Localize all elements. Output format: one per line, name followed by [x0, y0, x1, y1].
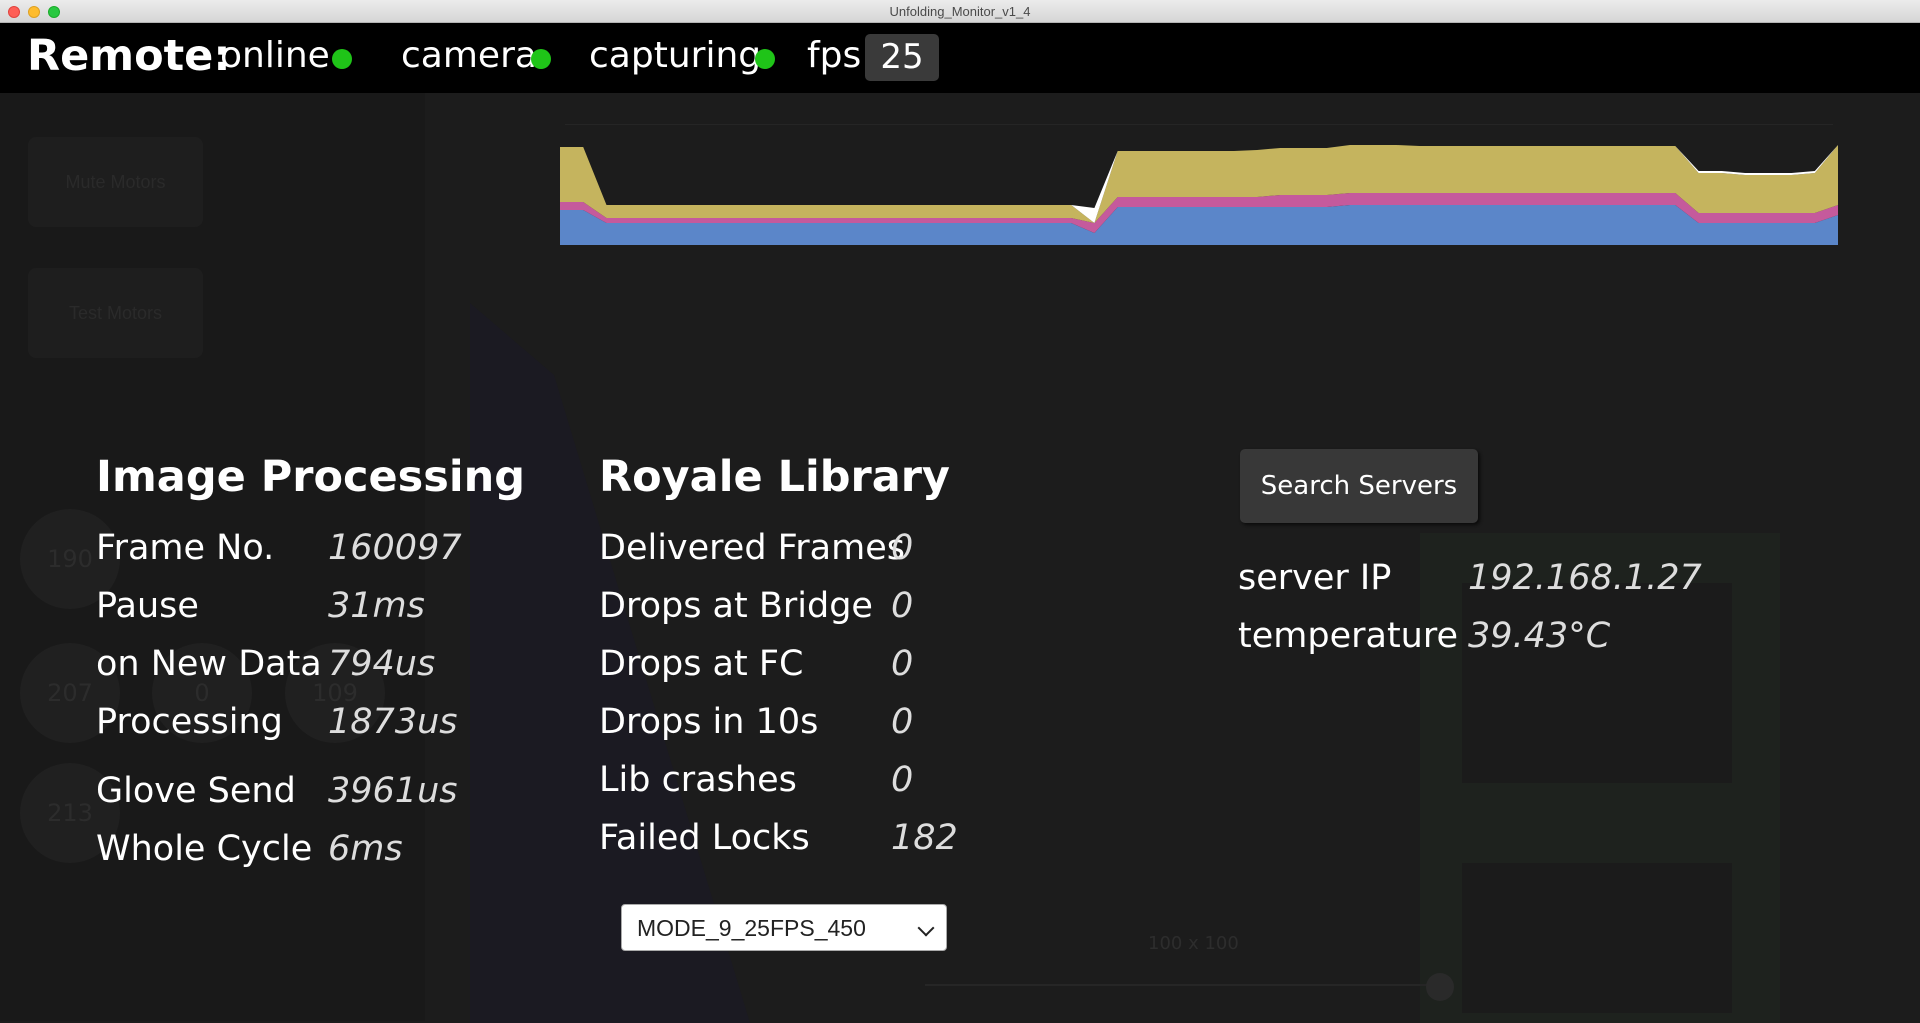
failed-locks-value: 182: [891, 818, 958, 858]
temperature-value: 39.43°C: [1468, 616, 1611, 656]
remote-label: Remote:: [27, 31, 231, 81]
failed-locks-label: Failed Locks: [599, 818, 810, 858]
status-online-label: online: [220, 35, 330, 76]
glove-send-value: 3961us: [328, 771, 458, 811]
drops-at-fc-value: 0: [891, 644, 914, 684]
whole-cycle-label: Whole Cycle: [96, 829, 313, 869]
pause-value: 31ms: [328, 586, 425, 626]
royale-library-title: Royale Library: [599, 452, 950, 502]
glove-send-label: Glove Send: [96, 771, 296, 811]
camera-mode-value: MODE_9_25FPS_450: [637, 915, 866, 941]
background-size-label: 100 x 100: [1148, 933, 1239, 954]
pause-label: Pause: [96, 586, 199, 626]
drops-at-fc-label: Drops at FC: [599, 644, 804, 684]
whole-cycle-value: 6ms: [328, 829, 403, 869]
mute-motors-button[interactable]: Mute Motors: [28, 137, 203, 227]
processing-value: 1873us: [328, 702, 458, 742]
background-depth-hole: [1462, 863, 1732, 1013]
fps-label: fps: [807, 35, 862, 76]
status-capturing-label: capturing: [589, 35, 762, 76]
camera-indicator-icon: [531, 49, 551, 69]
image-processing-title: Image Processing: [96, 452, 525, 502]
background-depth-hole: [1462, 583, 1732, 783]
capturing-indicator-icon: [755, 49, 775, 69]
lib-crashes-label: Lib crashes: [599, 760, 797, 800]
server-ip-value: 192.168.1.27: [1468, 558, 1702, 598]
remote-status-bar: Remote: online camera capturing fps 25: [0, 23, 1920, 93]
temperature-label: temperature: [1238, 616, 1458, 656]
camera-mode-select[interactable]: MODE_9_25FPS_450: [621, 904, 947, 951]
drops-in-10s-label: Drops in 10s: [599, 702, 819, 742]
background-slider-track: [925, 984, 1435, 986]
search-servers-button[interactable]: Search Servers: [1240, 449, 1478, 523]
window-title: Unfolding_Monitor_v1_4: [889, 4, 1031, 19]
frame-no-label: Frame No.: [96, 528, 275, 568]
on-new-data-label: on New Data: [96, 644, 322, 684]
background-slider-knob[interactable]: [1426, 973, 1454, 1001]
timing-stacked-area-chart: [560, 145, 1838, 245]
delivered-frames-value: 0: [891, 528, 914, 568]
status-camera-label: camera: [401, 35, 537, 76]
drops-in-10s-value: 0: [891, 702, 914, 742]
drops-at-bridge-value: 0: [891, 586, 914, 626]
frame-no-value: 160097: [328, 528, 462, 568]
server-ip-label: server IP: [1238, 558, 1392, 598]
test-motors-button[interactable]: Test Motors: [28, 268, 203, 358]
chevron-down-icon: [917, 919, 935, 937]
delivered-frames-label: Delivered Frames: [599, 528, 905, 568]
lib-crashes-value: 0: [891, 760, 914, 800]
window-titlebar: Unfolding_Monitor_v1_4: [0, 0, 1920, 23]
processing-label: Processing: [96, 702, 283, 742]
online-indicator-icon: [332, 49, 352, 69]
fps-value: 25: [865, 34, 939, 81]
drops-at-bridge-label: Drops at Bridge: [599, 586, 873, 626]
on-new-data-value: 794us: [328, 644, 436, 684]
